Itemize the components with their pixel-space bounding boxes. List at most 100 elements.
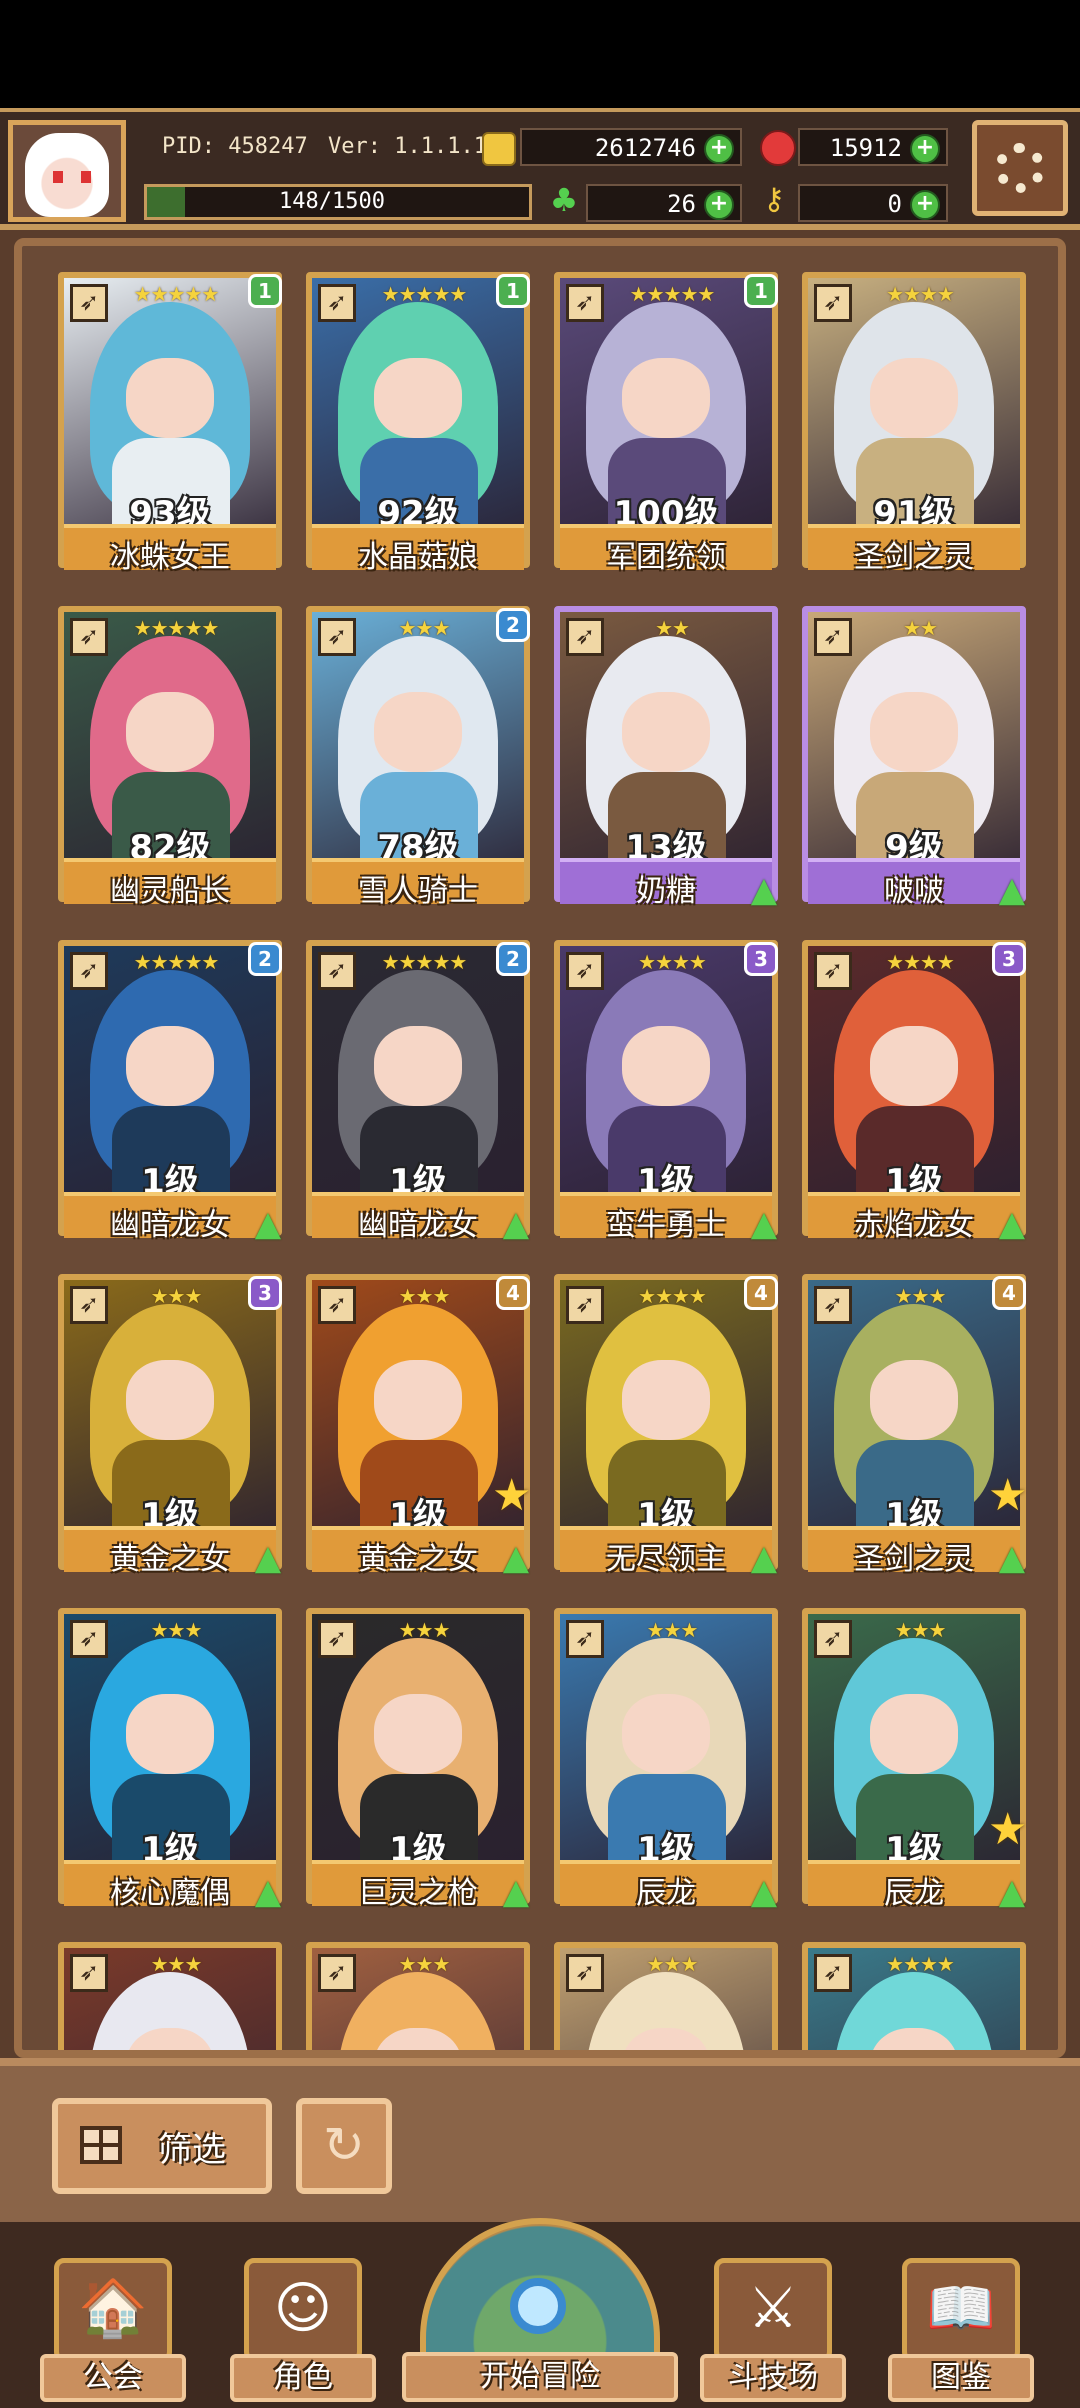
level-up-arrow-icon: ▲ <box>254 1204 282 1244</box>
class-weapon-icon: ➶ <box>566 952 604 990</box>
character-card[interactable]: ➶ ★★★★★ 93级 冰蛛女王 1 <box>58 272 282 576</box>
star-rating: ★★★ <box>398 1618 451 1642</box>
character-card[interactable]: ➶ ★★★ 1级 黄金之女 4 ★ ▲ <box>306 1274 531 1578</box>
star-rating: ★★★ <box>646 1618 699 1642</box>
star-rating: ★★★★★ <box>381 950 468 974</box>
refresh-button[interactable]: ↻ <box>296 2098 392 2194</box>
portrait-face <box>870 1360 958 1440</box>
add-gem-button[interactable]: + <box>910 134 940 164</box>
level-up-arrow-icon: ▲ <box>750 1204 778 1244</box>
filter-button[interactable]: 筛选 <box>52 2098 272 2194</box>
nav-character[interactable]: ☺ 角色 <box>230 2258 376 2408</box>
class-weapon-icon: ➶ <box>566 1954 604 1992</box>
settings-button[interactable] <box>972 120 1068 216</box>
card-frame: ➶ ★★★ <box>554 1942 778 2050</box>
name-banner: 辰龙 <box>808 1860 1020 1911</box>
nav-arena-label: 斗技场 <box>700 2354 846 2402</box>
portrait-face <box>374 358 462 438</box>
character-name: 辰龙 <box>636 1876 696 1911</box>
character-card[interactable]: ➶ ★★★★★ 100级 军团统领 1 <box>554 272 778 576</box>
avatar-eye-right <box>81 171 91 183</box>
character-card[interactable]: ➶ ★★★★★ 1级 幽暗龙女 2 ▲ <box>58 940 282 1244</box>
character-card[interactable]: ➶ ★★★ 78级 雪人骑士 2 <box>306 606 530 910</box>
character-name: 军团统领 <box>606 540 726 575</box>
character-card[interactable]: ➶ ★★ 9级 啵啵 ▲ <box>802 606 1026 910</box>
character-card[interactable]: ➶ ★★ 13级 奶糖 ▲ <box>554 606 778 910</box>
character-card[interactable]: ➶ ★★★★ 1级 蛮牛勇士 3 ▲ <box>554 940 778 1244</box>
character-card[interactable]: ➶ ★★★ <box>58 1942 282 2050</box>
star-rating: ★★★ <box>150 1952 203 1976</box>
character-icon: ☺ <box>244 2258 362 2362</box>
level-up-arrow-icon: ▲ <box>750 1872 778 1912</box>
character-name: 幽灵船长 <box>110 874 230 909</box>
character-card[interactable]: ➶ ★★★★★ 1级 幽暗龙女 2 ▲ <box>306 940 530 1244</box>
character-card[interactable]: ➶ ★★★ 1级 圣剑之灵 4 ★ ▲ <box>802 1274 1027 1578</box>
level-up-arrow-icon: ▲ <box>998 1872 1026 1912</box>
clover-icon: ♣ <box>549 181 579 219</box>
star-rating: ★★★ <box>150 1618 203 1642</box>
nav-start-adventure[interactable]: 开始冒险 <box>402 2218 678 2408</box>
magnifier-icon <box>510 2278 566 2334</box>
star-rating: ★★★★ <box>886 950 955 974</box>
name-banner: 奶糖 <box>560 858 772 909</box>
level-up-arrow-icon: ▲ <box>750 870 778 910</box>
character-card[interactable]: ➶ ★★★ 1级 辰龙 ★ ▲ <box>802 1608 1027 1912</box>
add-gold-button[interactable]: + <box>704 134 734 164</box>
level-up-arrow-icon: ▲ <box>502 1204 530 1244</box>
gold-coin-icon <box>482 132 516 166</box>
portrait-face <box>870 1026 958 1106</box>
class-weapon-icon: ➶ <box>318 952 356 990</box>
name-banner: 幽暗龙女 <box>64 1192 276 1243</box>
top-resource-bar: PID: 458247 Ver: 1.1.1.13 2612746 + 1591… <box>0 108 1080 230</box>
star-rating: ★★★★ <box>638 950 707 974</box>
refresh-icon: ↻ <box>323 2116 365 2174</box>
character-card[interactable]: ➶ ★★★★★ 92级 水晶菇娘 1 <box>306 272 530 576</box>
nav-guild-label: 公会 <box>40 2354 186 2402</box>
add-key-button[interactable]: + <box>910 190 940 220</box>
character-card[interactable]: ➶ ★★★ <box>306 1942 530 2050</box>
player-avatar[interactable] <box>8 120 126 222</box>
class-weapon-icon: ➶ <box>318 1954 356 1992</box>
character-card[interactable]: ➶ ★★★ 1级 辰龙 ▲ <box>554 1608 778 1912</box>
character-card[interactable]: ➶ ★★★ <box>554 1942 778 2050</box>
card-frame: ➶ ★★★ <box>306 1942 530 2050</box>
character-card[interactable]: ➶ ★★★★ 91级 圣剑之灵 <box>802 272 1026 576</box>
portrait-face <box>126 1026 214 1106</box>
character-name: 雪人骑士 <box>358 874 478 909</box>
character-card[interactable]: ➶ ★★★ 1级 核心魔偶 ▲ <box>58 1608 282 1912</box>
class-weapon-icon: ➶ <box>566 1620 604 1658</box>
name-banner: 幽灵船长 <box>64 858 276 909</box>
star-upgrade-icon: ★ <box>988 1470 1028 1521</box>
portrait-face <box>622 692 710 772</box>
add-clover-button[interactable]: + <box>704 190 734 220</box>
name-banner: 幽暗龙女 <box>312 1192 524 1243</box>
character-card[interactable]: ➶ ★★★ 1级 黄金之女 3 ▲ <box>58 1274 282 1578</box>
clover-counter: 26 + <box>586 184 742 222</box>
character-card[interactable]: ➶ ★★★★ <box>802 1942 1026 2050</box>
portrait-face <box>374 1694 462 1774</box>
nav-guild[interactable]: 🏠 公会 <box>40 2258 186 2408</box>
gear-icon <box>995 143 1045 193</box>
character-card[interactable]: ➶ ★★★ 1级 巨灵之枪 ▲ <box>306 1608 530 1912</box>
character-card[interactable]: ➶ ★★★★ 1级 赤焰龙女 3 ▲ <box>802 940 1026 1244</box>
class-weapon-icon: ➶ <box>814 1286 852 1324</box>
star-rating: ★★★ <box>398 1952 451 1976</box>
filter-grid-icon <box>80 2126 122 2164</box>
nav-codex[interactable]: 📖 图鉴 <box>888 2258 1034 2408</box>
name-banner: 雪人骑士 <box>312 858 524 909</box>
name-banner: 军团统领 <box>560 524 772 575</box>
nav-arena[interactable]: ⚔ 斗技场 <box>700 2258 846 2408</box>
portrait-face <box>126 358 214 438</box>
level-up-arrow-icon: ▲ <box>254 1872 282 1912</box>
filter-label: 筛选 <box>158 2130 226 2170</box>
level-up-arrow-icon: ▲ <box>750 1538 778 1578</box>
character-name: 幽暗龙女 <box>110 1208 230 1243</box>
character-name: 蛮牛勇士 <box>606 1208 726 1243</box>
character-card[interactable]: ➶ ★★★★ 1级 无尽领主 4 ▲ <box>554 1274 778 1578</box>
gem-counter: 15912 + <box>798 128 948 166</box>
star-upgrade-icon: ★ <box>492 1470 532 1521</box>
portrait-face <box>374 1026 462 1106</box>
character-card[interactable]: ➶ ★★★★★ 82级 幽灵船长 <box>58 606 282 910</box>
class-weapon-icon: ➶ <box>814 1620 852 1658</box>
character-name: 辰龙 <box>884 1876 944 1911</box>
